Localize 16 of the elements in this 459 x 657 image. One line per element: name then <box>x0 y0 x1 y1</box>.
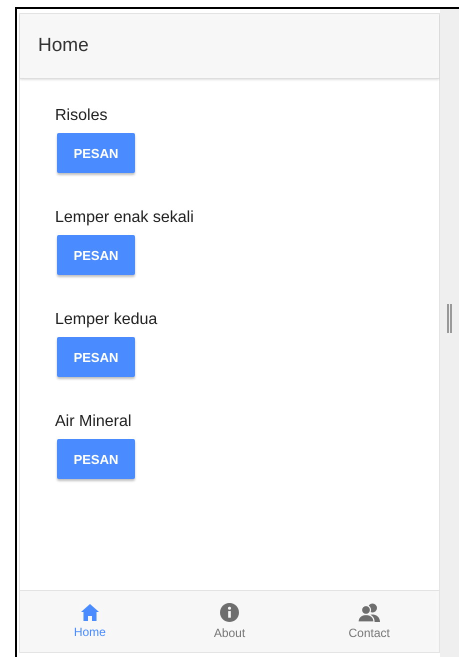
tab[interactable]: Home <box>20 591 160 652</box>
resize-handle[interactable] <box>447 304 452 332</box>
order-button[interactable]: PESAN <box>57 337 135 377</box>
product-name: Risoles <box>55 107 108 125</box>
order-button[interactable]: PESAN <box>57 235 135 275</box>
people-icon <box>358 603 380 622</box>
tab[interactable]: About <box>160 591 300 652</box>
product-name: Lemper enak sekali <box>55 209 194 227</box>
tab[interactable]: Contact <box>299 591 440 652</box>
page-title: Home <box>38 35 89 57</box>
product-name: Lemper kedua <box>55 311 158 329</box>
home-icon <box>80 604 99 621</box>
product-name: Air Mineral <box>55 413 132 431</box>
info-icon <box>220 603 239 622</box>
order-button[interactable]: PESAN <box>57 439 135 479</box>
order-button[interactable]: PESAN <box>57 133 135 173</box>
